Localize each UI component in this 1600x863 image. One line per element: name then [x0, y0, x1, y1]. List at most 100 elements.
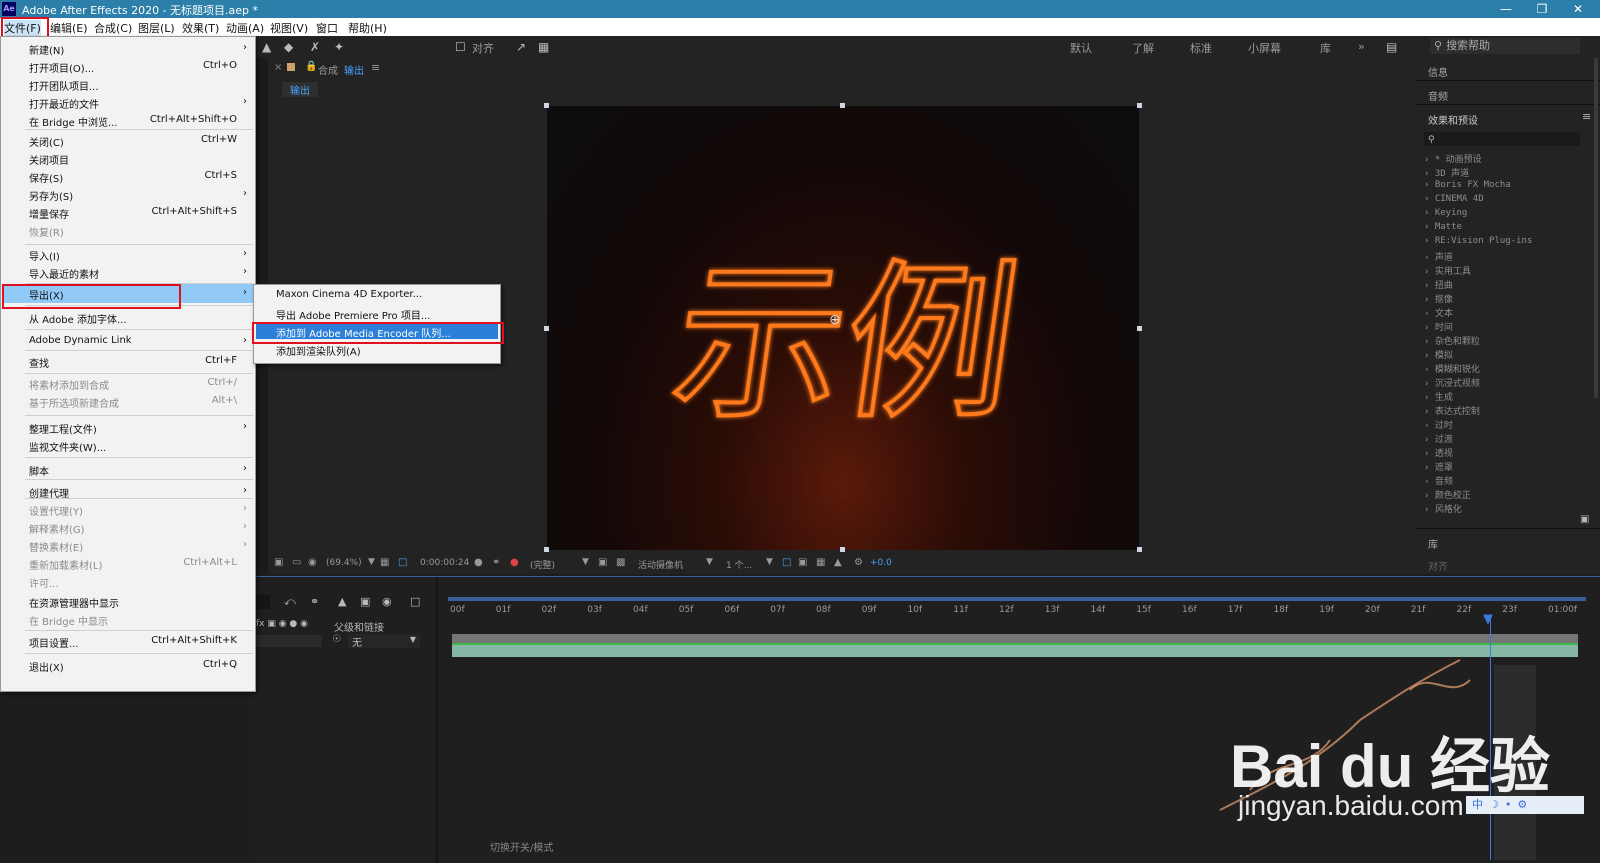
parent-dropdown[interactable]: 无 ▼ [348, 634, 420, 649]
file-menu-item[interactable]: 许可... [29, 575, 59, 590]
panel-menu-icon[interactable]: ≡ [1582, 110, 1591, 123]
close-icon[interactable]: ✕ [1560, 0, 1596, 18]
workspace-panel-icon[interactable]: ▤ [1386, 40, 1397, 54]
menu-layer[interactable]: 图层(L) [138, 20, 175, 36]
file-menu-item[interactable]: 替换素材(E) [29, 539, 83, 554]
file-menu-item[interactable]: 另存为(S) [29, 188, 73, 203]
file-menu-item[interactable]: 打开最近的文件 [29, 96, 99, 111]
current-timecode[interactable]: 0:00:00:24 [420, 558, 469, 568]
help-search-input[interactable]: ⚲ 搜索帮助 [1430, 38, 1580, 54]
views-dropdown[interactable]: 1 个... [726, 558, 752, 571]
effects-search-input[interactable]: ⚲ [1424, 132, 1580, 146]
menu-effect[interactable]: 效果(T) [182, 20, 219, 36]
work-area-bar[interactable] [448, 597, 1586, 601]
info-panel-title[interactable]: 信息 [1428, 64, 1448, 79]
effects-category[interactable]: › 抠像 [1424, 292, 1453, 305]
menu-composition[interactable]: 合成(C) [94, 20, 132, 36]
file-menu-item[interactable]: 查找 [29, 355, 49, 370]
effects-category[interactable]: › 实用工具 [1424, 264, 1471, 277]
file-menu-item[interactable]: 整理工程(文件) [29, 421, 97, 436]
comp-breadcrumb[interactable]: 输出 [282, 82, 318, 97]
transform-handle[interactable] [1137, 103, 1142, 108]
effects-category[interactable]: › 过渡 [1424, 432, 1453, 445]
snap-edge-icon[interactable]: ↗ [516, 40, 526, 54]
file-menu-item[interactable]: 项目设置... [29, 635, 79, 650]
menu-view[interactable]: 视图(V) [270, 20, 308, 36]
transform-handle[interactable] [840, 103, 845, 108]
exposure-value[interactable]: +0.0 [870, 558, 892, 568]
file-menu-item[interactable]: 恢复(R) [29, 224, 64, 239]
library-panel-title[interactable]: 库 [1428, 536, 1438, 551]
align-panel-title[interactable]: 对齐 [1428, 558, 1448, 573]
comp-tab-name[interactable]: 输出 [344, 62, 364, 77]
effects-category[interactable]: › 透视 [1424, 446, 1453, 459]
file-menu-item[interactable]: 从 Adobe 添加字体... [29, 311, 127, 326]
transform-handle[interactable] [544, 547, 549, 552]
menu-animation[interactable]: 动画(A) [226, 20, 264, 36]
effects-category[interactable]: › 模拟 [1424, 348, 1453, 361]
effects-category[interactable]: › Boris FX Mocha [1424, 180, 1511, 190]
effects-category[interactable]: › Keying [1424, 208, 1467, 218]
transform-handle[interactable] [544, 326, 549, 331]
transparency-grid-icon[interactable]: ▩ [616, 557, 625, 568]
workspace-default[interactable]: 默认 [1070, 40, 1092, 56]
menu-window[interactable]: 窗口 [316, 20, 338, 36]
zoom-dropdown[interactable]: (69.4%) [326, 558, 362, 568]
file-menu-item[interactable]: 重新加载素材(L) [29, 557, 102, 572]
file-menu-item[interactable]: 将素材添加到合成 [29, 377, 109, 392]
camera-dropdown[interactable]: 活动摄像机 [638, 558, 683, 571]
ime-toolbar[interactable]: 中☽•⚙ [1466, 796, 1584, 814]
channel-icon[interactable]: ● [510, 557, 519, 568]
lock-icon[interactable]: 🔒 [305, 61, 317, 72]
file-menu-item[interactable]: 关闭项目 [29, 152, 69, 167]
transform-handle[interactable] [1137, 326, 1142, 331]
export-submenu-item[interactable]: Maxon Cinema 4D Exporter... [276, 289, 422, 300]
file-menu-item[interactable]: 基于所选项新建合成 [29, 395, 119, 410]
file-menu-item[interactable]: 打开团队项目... [29, 78, 99, 93]
file-menu-item[interactable]: 增量保存 [29, 206, 69, 221]
file-menu-item[interactable]: 解释素材(G) [29, 521, 85, 536]
effects-category[interactable]: › 3D 声道 [1424, 166, 1469, 179]
camera-snapshot-icon[interactable]: ● [474, 557, 483, 568]
new-folder-icon[interactable]: ▣ [1580, 514, 1589, 525]
file-menu-item[interactable]: 保存(S) [29, 170, 63, 185]
resolution-dropdown[interactable]: (完整) [530, 558, 555, 571]
effects-category[interactable]: › Matte [1424, 222, 1462, 232]
effects-category[interactable]: › 颜色校正 [1424, 488, 1471, 501]
fast-preview-icon[interactable]: ▣ [598, 557, 607, 568]
motion-blur-icon[interactable]: ◉ [382, 595, 392, 608]
restore-icon[interactable]: ❐ [1524, 0, 1560, 18]
composition-viewer[interactable]: 示例 ⊕ [547, 106, 1139, 550]
effects-category[interactable]: › 时间 [1424, 320, 1453, 333]
file-menu-item[interactable]: 在资源管理器中显示 [29, 595, 119, 610]
workspace-standard[interactable]: 标准 [1190, 40, 1212, 56]
flowchart-icon[interactable]: ▦ [816, 557, 825, 568]
close-tab-icon[interactable]: × [274, 62, 282, 73]
effects-category[interactable]: › 表达式控制 [1424, 404, 1480, 417]
effects-category[interactable]: › 文本 [1424, 306, 1453, 319]
effects-panel-title[interactable]: 效果和预设 [1428, 112, 1478, 127]
audio-panel-title[interactable]: 音频 [1428, 88, 1448, 103]
effects-category[interactable]: › 模糊和锐化 [1424, 362, 1480, 375]
layer-switches[interactable] [256, 635, 322, 647]
monitor-icon[interactable]: ▭ [292, 557, 301, 568]
export-submenu-item[interactable]: 导出 Adobe Premiere Pro 项目... [276, 307, 430, 322]
more-workspaces-icon[interactable]: » [1358, 40, 1365, 53]
toggle-pixel-icon[interactable]: □ [782, 557, 791, 568]
parent-pickwhip-icon[interactable]: ☉ [332, 634, 341, 645]
comp-mini-flowchart-icon[interactable]: ⤺ [284, 595, 296, 609]
draft-3d-icon[interactable]: ⚭ [310, 595, 319, 608]
effects-category[interactable]: › RE:Vision Plug-ins [1424, 236, 1532, 246]
transform-handle[interactable] [544, 103, 549, 108]
file-menu-item[interactable]: 在 Bridge 中浏览... [29, 114, 118, 129]
effects-category[interactable]: › 沉浸式视频 [1424, 376, 1480, 389]
graph-editor-icon[interactable]: □ [410, 595, 420, 608]
network-icon[interactable]: ▲ [834, 557, 842, 568]
scrollbar[interactable] [1594, 58, 1598, 398]
ime-icons[interactable]: 中☽•⚙ [1466, 798, 1533, 811]
file-menu-item[interactable]: 退出(X) [29, 659, 64, 674]
file-menu-item[interactable]: 创建代理 [29, 485, 69, 500]
export-submenu-item[interactable]: 添加到渲染队列(A) [276, 343, 361, 358]
file-menu-item[interactable]: Adobe Dynamic Link [29, 335, 132, 346]
exposure-icon[interactable]: ⚙ [854, 557, 863, 568]
